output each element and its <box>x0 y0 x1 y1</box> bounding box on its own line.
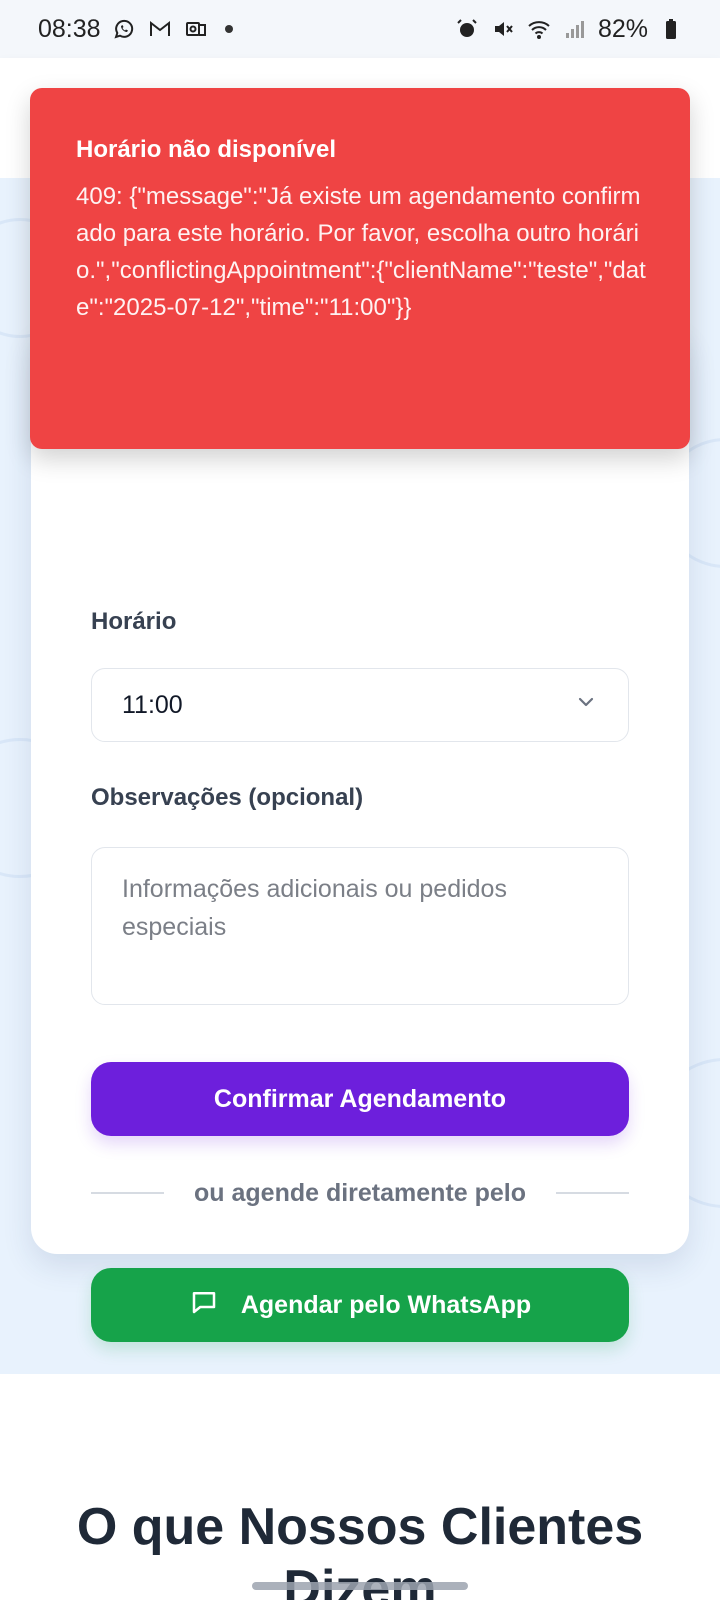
home-indicator[interactable] <box>252 1582 468 1590</box>
signal-icon <box>562 16 588 42</box>
whatsapp-booking-button[interactable]: Agendar pelo WhatsApp <box>91 1268 629 1342</box>
notes-label: Observações (opcional) <box>91 784 364 811</box>
whatsapp-icon <box>111 16 137 42</box>
status-left: 08:38 <box>38 15 233 44</box>
whatsapp-button-label: Agendar pelo WhatsApp <box>240 1290 532 1319</box>
status-bar: 08:38 82% <box>0 0 720 58</box>
status-time: 08:38 <box>38 14 101 43</box>
alarm-icon <box>454 16 480 42</box>
error-toast[interactable]: Horário não disponível 409: {"message":"… <box>30 88 690 449</box>
divider-line <box>91 1192 164 1194</box>
booking-form-card: Horário 11:00 Observações (opcional) Inf… <box>31 328 689 1342</box>
battery-percent: 82% <box>597 14 648 43</box>
notes-textarea[interactable]: Informações adicionais ou pedidos especi… <box>91 847 629 1005</box>
gmail-icon <box>147 16 173 42</box>
time-select[interactable]: 11:00 <box>91 668 629 742</box>
chevron-down-icon <box>574 690 598 721</box>
notification-dot-icon <box>224 25 233 33</box>
message-icon <box>189 1287 219 1324</box>
status-right: 82% <box>454 15 684 44</box>
confirm-booking-button[interactable]: Confirmar Agendamento <box>91 1062 629 1136</box>
mute-icon <box>490 16 516 42</box>
divider-line <box>556 1192 630 1194</box>
time-select-value: 11:00 <box>122 690 183 719</box>
divider: ou agende diretamente pelo <box>91 1173 630 1213</box>
outlook-icon <box>183 16 209 42</box>
toast-title: Horário não disponível <box>76 136 337 163</box>
toast-message: 409: {"message":"Já existe um agendament… <box>76 183 646 321</box>
divider-text: ou agende diretamente pelo <box>194 1178 527 1207</box>
battery-icon <box>658 16 684 42</box>
wifi-icon <box>526 16 552 42</box>
time-label: Horário <box>91 608 177 635</box>
